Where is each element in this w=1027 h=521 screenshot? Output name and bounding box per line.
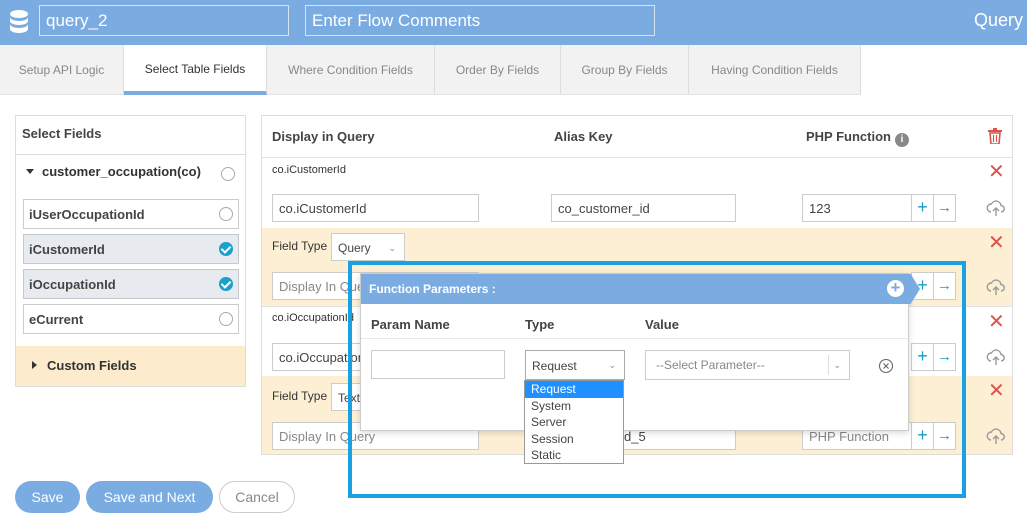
close-icon[interactable]: ✕: [988, 381, 1005, 401]
php-header-label: PHP Function: [806, 129, 891, 144]
cancel-button[interactable]: Cancel: [219, 481, 295, 513]
php-function-input[interactable]: 123: [802, 194, 912, 222]
cloud-upload-icon[interactable]: [986, 427, 1006, 445]
field-label: eCurrent: [29, 312, 84, 327]
field-label: iOccupationId: [29, 277, 116, 292]
custom-fields-label: Custom Fields: [47, 358, 137, 373]
alias-key-input[interactable]: co_customer_id: [551, 194, 736, 222]
column-header-display: Display in Query: [272, 129, 375, 144]
tab-group-by-fields[interactable]: Group By Fields: [561, 45, 689, 95]
unchecked-radio-icon[interactable]: [219, 312, 233, 326]
close-icon[interactable]: ✕: [988, 233, 1005, 253]
database-icon: [10, 10, 28, 33]
select-fields-panel: Select Fields customer_occupation(co) iU…: [15, 115, 246, 387]
top-bar: query_2 Enter Flow Comments Query: [0, 0, 1027, 45]
highlight-frame: [348, 261, 966, 498]
checked-icon[interactable]: [219, 277, 233, 291]
flow-comments-input[interactable]: Enter Flow Comments: [305, 5, 655, 36]
table-select-radio[interactable]: [221, 167, 235, 181]
field-item-iuseroccupationid[interactable]: iUserOccupationId: [23, 199, 239, 229]
checked-icon[interactable]: [219, 242, 233, 256]
tab-where-condition-fields[interactable]: Where Condition Fields: [267, 45, 435, 95]
info-icon[interactable]: i: [894, 133, 909, 147]
chevron-right-icon: [32, 361, 37, 369]
field-type-label: Field Type: [272, 239, 328, 253]
field-type-select[interactable]: Query ⌄: [331, 233, 405, 261]
display-in-query-input[interactable]: co.iCustomerId: [272, 194, 479, 222]
field-item-icustomerid[interactable]: iCustomerId: [23, 234, 239, 264]
field-type-label: Field Type: [272, 389, 328, 403]
cloud-upload-icon[interactable]: [986, 348, 1006, 366]
row-field-label: co.iCustomerId: [272, 164, 346, 176]
chevron-down-icon: ⌄: [388, 243, 396, 253]
field-item-ioccupationid[interactable]: iOccupationId: [23, 269, 239, 299]
query-name-input[interactable]: query_2: [39, 5, 289, 36]
tab-setup-api-logic[interactable]: Setup API Logic: [0, 45, 124, 95]
tab-bar: Setup API Logic Select Table Fields Wher…: [0, 45, 861, 95]
save-button[interactable]: Save: [15, 481, 80, 513]
trash-icon[interactable]: [988, 128, 1002, 144]
table-name: customer_occupation(co): [42, 164, 201, 179]
cloud-upload-icon[interactable]: [986, 278, 1006, 296]
column-header-php: PHP Function i: [806, 129, 909, 147]
page-title: Query: [973, 10, 1023, 30]
custom-fields-toggle[interactable]: Custom Fields: [16, 346, 245, 386]
field-label: iUserOccupationId: [29, 207, 145, 222]
arrow-right-button[interactable]: →: [933, 194, 956, 222]
unchecked-radio-icon[interactable]: [219, 207, 233, 221]
tab-order-by-fields[interactable]: Order By Fields: [435, 45, 561, 95]
table-row: co.iCustomerId ✕ co.iCustomerId co_custo…: [262, 158, 1012, 228]
divider: [16, 154, 245, 155]
row-field-label: co.iOccupationId: [272, 312, 354, 324]
select-fields-title: Select Fields: [22, 126, 102, 141]
field-item-ecurrent[interactable]: eCurrent: [23, 304, 239, 334]
add-button[interactable]: +: [911, 194, 934, 222]
tab-having-condition-fields[interactable]: Having Condition Fields: [689, 45, 861, 95]
save-and-next-button[interactable]: Save and Next: [86, 481, 213, 513]
chevron-down-icon: [26, 169, 34, 174]
field-type-value: Query: [338, 241, 371, 255]
field-label: iCustomerId: [29, 242, 105, 257]
cloud-upload-icon[interactable]: [986, 199, 1006, 217]
close-icon[interactable]: ✕: [988, 162, 1005, 182]
close-icon[interactable]: ✕: [988, 312, 1005, 332]
table-toggle[interactable]: customer_occupation(co): [22, 164, 238, 179]
tab-select-table-fields[interactable]: Select Table Fields: [124, 45, 267, 95]
column-header-alias: Alias Key: [554, 129, 613, 144]
